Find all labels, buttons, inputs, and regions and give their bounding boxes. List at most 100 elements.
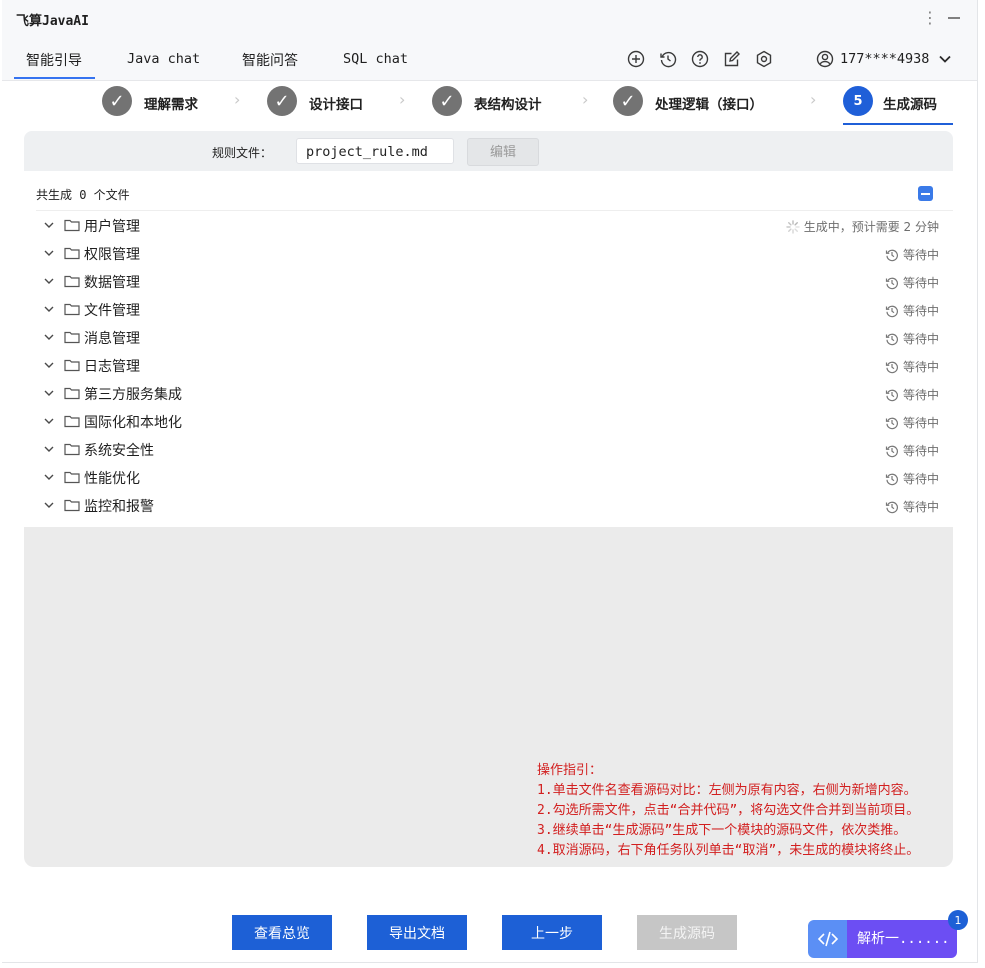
module-row[interactable]: 监控和报警 等待中 bbox=[36, 493, 953, 521]
help-icon[interactable] bbox=[691, 50, 709, 68]
chevron-down-icon[interactable] bbox=[43, 219, 55, 231]
module-name[interactable]: 消息管理 bbox=[84, 328, 140, 348]
user-phone[interactable]: 177****4938 bbox=[840, 51, 929, 67]
loading-spinner-icon bbox=[786, 219, 800, 234]
add-circle-icon[interactable] bbox=[627, 50, 645, 68]
collapse-all-icon[interactable] bbox=[918, 186, 933, 201]
tab-smart-qa[interactable]: 智能问答 bbox=[242, 50, 298, 70]
module-row[interactable]: 文件管理 等待中 bbox=[36, 297, 953, 325]
tab-smart-guide[interactable]: 智能引导 bbox=[26, 50, 82, 70]
module-row[interactable]: 性能优化 等待中 bbox=[36, 465, 953, 493]
chevron-down-icon[interactable] bbox=[43, 443, 55, 455]
title-bar: 飞算JavaAI ⋮ bbox=[2, 0, 977, 38]
waiting-clock-icon bbox=[885, 249, 898, 261]
chevron-down-icon[interactable] bbox=[43, 471, 55, 483]
waiting-clock-icon bbox=[885, 333, 898, 345]
module-name[interactable]: 数据管理 bbox=[84, 272, 140, 292]
generate-source-button[interactable]: 生成源码 bbox=[637, 915, 737, 950]
guide-line: 2.勾选所需文件，点击“合并代码”，将勾选文件合并到当前项目。 bbox=[537, 803, 920, 818]
export-doc-button[interactable]: 导出文档 bbox=[367, 915, 467, 950]
step-2-label[interactable]: 设计接口 bbox=[309, 93, 363, 113]
app-title: 飞算JavaAI bbox=[16, 14, 89, 29]
module-status: 等待中 bbox=[885, 414, 939, 431]
user-avatar-icon[interactable] bbox=[816, 50, 834, 68]
divider bbox=[36, 210, 953, 211]
folder-icon bbox=[64, 275, 80, 288]
module-name[interactable]: 日志管理 bbox=[84, 356, 140, 376]
chevron-down-icon[interactable] bbox=[43, 359, 55, 371]
step-1-label[interactable]: 理解需求 bbox=[144, 93, 198, 113]
module-name[interactable]: 性能优化 bbox=[84, 468, 140, 488]
main-window: 飞算JavaAI ⋮ 智能引导 Java chat 智能问答 SQL chat bbox=[2, 0, 978, 963]
module-status: 等待中 bbox=[885, 330, 939, 347]
chevron-down-icon[interactable] bbox=[938, 52, 952, 66]
module-status-text: 等待中 bbox=[902, 360, 939, 374]
chevron-down-icon[interactable] bbox=[43, 275, 55, 287]
operation-guide: 操作指引： 1.单击文件名查看源码对比：左侧为原有内容，右侧为新增内容。 2.勾… bbox=[537, 761, 919, 861]
code-icon[interactable] bbox=[808, 920, 848, 958]
step-separator-icon: › bbox=[234, 90, 241, 109]
settings-icon[interactable] bbox=[755, 50, 773, 68]
module-row[interactable]: 用户管理 生成中，预计需要 2 分钟 bbox=[36, 213, 953, 241]
chevron-down-icon[interactable] bbox=[43, 303, 55, 315]
module-name[interactable]: 监控和报警 bbox=[84, 496, 154, 516]
chevron-down-icon[interactable] bbox=[43, 499, 55, 511]
waiting-clock-icon bbox=[885, 417, 898, 429]
module-name[interactable]: 第三方服务集成 bbox=[84, 384, 182, 404]
module-row[interactable]: 日志管理 等待中 bbox=[36, 353, 953, 381]
guide-line: 1.单击文件名查看源码对比：左侧为原有内容，右侧为新增内容。 bbox=[537, 783, 917, 798]
module-status-text: 等待中 bbox=[902, 332, 939, 346]
rule-file-field[interactable]: project_rule.md bbox=[296, 138, 454, 164]
module-name[interactable]: 文件管理 bbox=[84, 300, 140, 320]
minimize-icon[interactable] bbox=[948, 17, 960, 19]
folder-icon bbox=[64, 219, 80, 232]
step-3-check-icon: ✓ bbox=[432, 86, 462, 116]
module-row[interactable]: 数据管理 等待中 bbox=[36, 269, 953, 297]
tab-java-chat[interactable]: Java chat bbox=[127, 51, 200, 67]
module-name[interactable]: 用户管理 bbox=[84, 216, 140, 236]
folder-icon bbox=[64, 331, 80, 344]
edit-rule-button[interactable]: 编辑 bbox=[467, 138, 539, 166]
history-icon[interactable] bbox=[659, 50, 677, 68]
rule-file-label: 规则文件： bbox=[212, 146, 273, 160]
task-queue-button[interactable]: 解析一...... bbox=[847, 920, 957, 958]
chevron-down-icon[interactable] bbox=[43, 331, 55, 343]
chevron-down-icon[interactable] bbox=[43, 415, 55, 427]
module-row[interactable]: 国际化和本地化 等待中 bbox=[36, 409, 953, 437]
task-count-badge: 1 bbox=[948, 910, 968, 930]
module-status-text: 等待中 bbox=[902, 388, 939, 402]
waiting-clock-icon bbox=[885, 277, 898, 289]
chevron-down-icon[interactable] bbox=[43, 387, 55, 399]
tab-sql-chat[interactable]: SQL chat bbox=[343, 51, 408, 67]
folder-icon bbox=[64, 415, 80, 428]
module-row[interactable]: 第三方服务集成 等待中 bbox=[36, 381, 953, 409]
step-4-label[interactable]: 处理逻辑（接口） bbox=[655, 93, 763, 113]
module-row[interactable]: 消息管理 等待中 bbox=[36, 325, 953, 353]
module-status-text: 等待中 bbox=[902, 444, 939, 458]
more-options-icon[interactable]: ⋮ bbox=[922, 8, 938, 27]
tab-bar: 智能引导 Java chat 智能问答 SQL chat 177****4938 bbox=[2, 38, 977, 81]
step-separator-icon: › bbox=[582, 90, 589, 109]
guide-line: 3.继续单击“生成源码”生成下一个模块的源码文件，依次类推。 bbox=[537, 823, 907, 838]
step-5-label[interactable]: 生成源码 bbox=[883, 93, 937, 113]
active-tab-indicator bbox=[14, 77, 95, 79]
chevron-down-icon[interactable] bbox=[43, 247, 55, 259]
module-status-text: 等待中 bbox=[902, 472, 939, 486]
module-status: 等待中 bbox=[885, 246, 939, 263]
folder-icon bbox=[64, 359, 80, 372]
module-status: 等待中 bbox=[885, 386, 939, 403]
edit-icon[interactable] bbox=[723, 50, 741, 68]
module-status: 等待中 bbox=[885, 442, 939, 459]
view-overview-button[interactable]: 查看总览 bbox=[232, 915, 332, 950]
previous-step-button[interactable]: 上一步 bbox=[502, 915, 602, 950]
module-name[interactable]: 系统安全性 bbox=[84, 440, 154, 460]
module-status-text: 等待中 bbox=[902, 304, 939, 318]
module-row[interactable]: 系统安全性 等待中 bbox=[36, 437, 953, 465]
step-3-label[interactable]: 表结构设计 bbox=[474, 93, 542, 113]
rule-file-bar: 规则文件： project_rule.md 编辑 bbox=[24, 131, 953, 171]
module-name[interactable]: 国际化和本地化 bbox=[84, 412, 182, 432]
folder-icon bbox=[64, 499, 80, 512]
module-row[interactable]: 权限管理 等待中 bbox=[36, 241, 953, 269]
module-name[interactable]: 权限管理 bbox=[84, 244, 140, 264]
waiting-clock-icon bbox=[885, 445, 898, 457]
